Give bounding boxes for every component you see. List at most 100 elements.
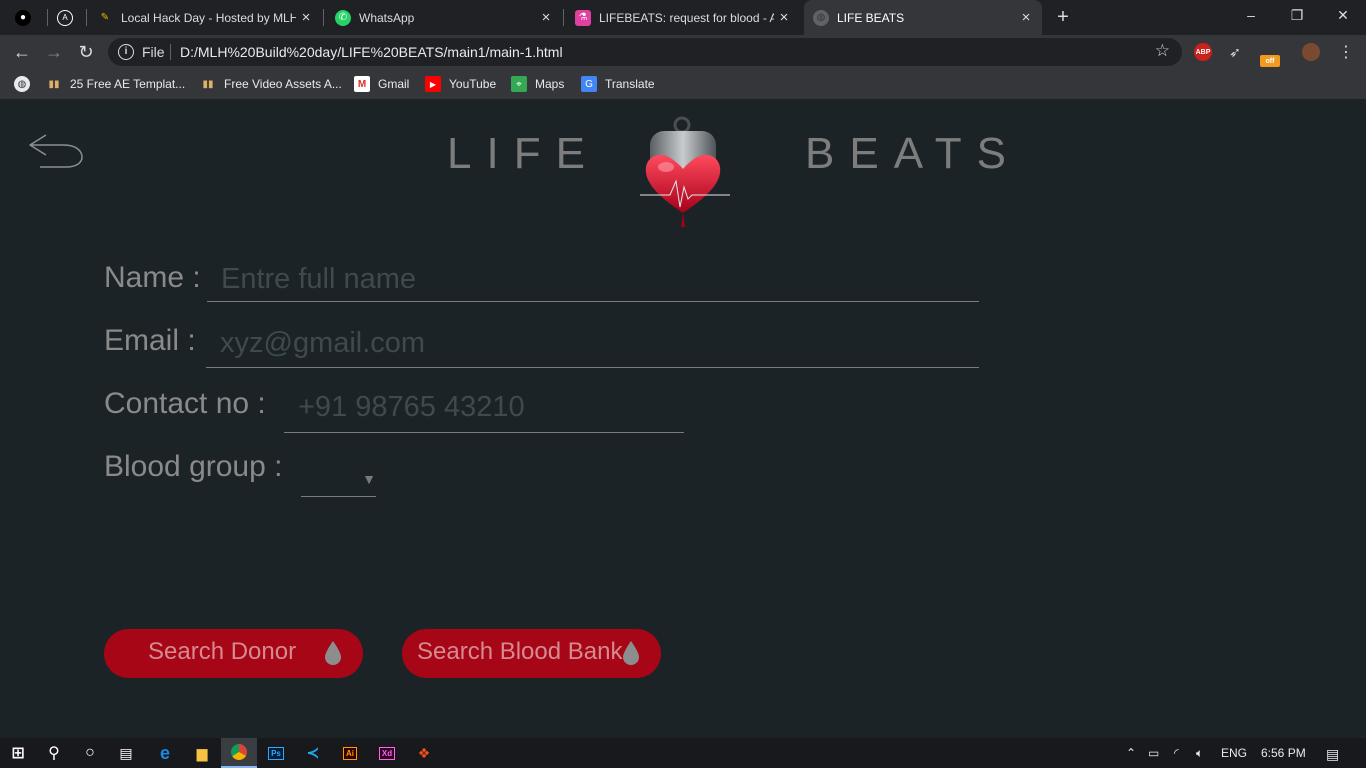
figma-icon[interactable]: ❖ — [406, 738, 442, 768]
adblock-extension-icon[interactable]: ABP — [1194, 43, 1212, 61]
xd-icon[interactable]: Xd — [369, 738, 405, 768]
xd-label: Xd — [378, 746, 396, 760]
arrow-left-icon: ← — [13, 41, 31, 62]
tab-lifebeats-request[interactable]: ⚗ LIFEBEATS: request for blood - Ar × — [566, 0, 800, 35]
close-tab-icon[interactable]: × — [536, 9, 556, 26]
edge-icon[interactable]: e — [147, 738, 183, 768]
windows-taskbar: ⊞ ⚲ ○ ▤ e ▆ Ps ≺ Ai Xd ❖ ⌃ ▭ ◜ 🔈︎ ENG 6:… — [0, 738, 1366, 768]
email-input[interactable] — [206, 319, 979, 368]
bookmark-label: YouTube — [449, 77, 497, 91]
tab-life-beats[interactable]: ◍ LIFE BEATS × — [804, 0, 1042, 35]
forward-button[interactable]: → — [40, 39, 68, 65]
chrome-icon[interactable] — [221, 738, 257, 768]
arrow-right-icon: → — [45, 41, 63, 62]
email-label: Email : — [104, 324, 196, 357]
bookmark-label: Gmail — [378, 77, 410, 91]
dropdown-arrow-icon: ▼ — [362, 471, 376, 487]
back-arrow-icon[interactable] — [26, 127, 84, 169]
search-donor-label: Search Donor — [148, 638, 297, 665]
youtube-icon: ▶ — [425, 76, 441, 92]
menu-button[interactable]: ⋮ — [1332, 39, 1360, 65]
maps-icon: ⌖ — [511, 76, 527, 92]
clock[interactable]: 6:56 PM — [1261, 746, 1306, 760]
close-window-button[interactable]: ✕ — [1320, 0, 1366, 30]
info-icon[interactable]: i — [118, 44, 134, 60]
name-input[interactable] — [207, 257, 979, 302]
bookmark-label: 25 Free AE Templat... — [70, 77, 186, 91]
page-content: LIFE BEATS Name : Email : Contact no : B… — [0, 101, 1366, 738]
search-blood-bank-button[interactable]: Search Blood Bank — [402, 629, 661, 678]
heart-blood-bag-logo — [640, 116, 730, 227]
url-scheme: File — [142, 44, 165, 60]
search-icon[interactable]: ⚲ — [36, 738, 72, 768]
bars-icon: ▮▮ — [202, 78, 214, 90]
bookmark-maps[interactable]: ⌖ Maps — [511, 76, 564, 92]
bookmark-label: Maps — [535, 77, 565, 91]
avatar[interactable] — [1302, 43, 1320, 61]
translate-icon: G — [581, 76, 597, 92]
illustrator-icon[interactable]: Ai — [332, 738, 368, 768]
url-divider — [170, 44, 171, 60]
reload-icon: ↻ — [78, 41, 94, 62]
more-vert-icon: ⋮ — [1338, 44, 1354, 61]
wifi-icon[interactable]: ◜ — [1174, 746, 1179, 760]
photoshop-icon[interactable]: Ps — [258, 738, 294, 768]
bookmark-gmail[interactable]: M Gmail — [354, 76, 409, 92]
tab-title: WhatsApp — [359, 10, 415, 25]
tab-strip: ● A ✎ Local Hack Day - Hosted by MLH × ✆… — [0, 0, 1366, 35]
close-tab-icon[interactable]: × — [774, 9, 794, 26]
tab-title: Local Hack Day - Hosted by MLH — [121, 10, 296, 25]
contact-label: Contact no : — [104, 387, 266, 420]
show-hidden-icons[interactable]: ⌃ — [1126, 746, 1136, 760]
cortana-icon[interactable]: ○ — [72, 738, 108, 768]
battery-icon[interactable]: ▭ — [1148, 746, 1159, 760]
tab-react[interactable]: A — [48, 0, 86, 35]
new-tab-button[interactable]: + — [1052, 7, 1074, 29]
blood-drop-icon — [623, 641, 639, 665]
eagle-extension-icon[interactable]: ➶ — [1226, 43, 1244, 61]
task-view-icon[interactable]: ▤ — [108, 738, 144, 768]
bookmark-translate[interactable]: G Translate — [581, 76, 655, 92]
brand-title-right: BEATS — [805, 129, 1022, 178]
bookmark-youtube[interactable]: ▶ YouTube — [425, 76, 496, 92]
start-icon[interactable]: ⊞ — [0, 738, 36, 768]
vscode-icon[interactable]: ≺ — [295, 738, 331, 768]
tab-github[interactable]: ● — [6, 0, 46, 35]
whatsapp-icon: ✆ — [335, 9, 351, 26]
notifications-icon[interactable]: ▤ — [1326, 746, 1339, 763]
blood-group-select[interactable]: ▼ — [301, 457, 376, 497]
restore-button[interactable]: ❐ — [1274, 0, 1320, 30]
language-indicator[interactable]: ENG — [1221, 746, 1247, 760]
explorer-icon[interactable]: ▆ — [184, 738, 220, 768]
off-extension-icon[interactable]: off — [1260, 55, 1280, 67]
blood-group-label: Blood group : — [104, 450, 283, 483]
bookmark-ae-templates[interactable]: ▮▮ 25 Free AE Templat... — [46, 76, 185, 92]
contact-input[interactable] — [284, 383, 684, 433]
apps-globe-icon: ◍ — [14, 76, 30, 92]
bookmark-video-assets[interactable]: ▮▮ Free Video Assets A... — [200, 76, 342, 92]
bookmarks-bar: ◍ ▮▮ 25 Free AE Templat... ▮▮ Free Video… — [0, 69, 1366, 100]
tab-local-hack-day[interactable]: ✎ Local Hack Day - Hosted by MLH × — [88, 0, 322, 35]
apps-shortcut[interactable]: ◍ — [14, 76, 38, 92]
globe-icon: ◍ — [813, 9, 829, 26]
browser-toolbar: ← → ↻ i File D:/MLH%20Build%20day/LIFE%2… — [0, 35, 1366, 69]
bookmark-label: Translate — [605, 77, 655, 91]
url-text[interactable]: D:/MLH%20Build%20day/LIFE%20BEATS/main1/… — [180, 44, 563, 60]
search-donor-button[interactable]: Search Donor — [104, 629, 363, 678]
tab-whatsapp[interactable]: ✆ WhatsApp × — [326, 0, 562, 35]
blood-drop-icon — [325, 641, 341, 665]
flask-icon: ⚗ — [575, 9, 591, 26]
mlh-icon: ✎ — [100, 12, 110, 23]
close-tab-icon[interactable]: × — [296, 9, 316, 26]
volume-icon[interactable]: 🔈︎ — [1196, 746, 1203, 761]
close-tab-icon[interactable]: × — [1016, 9, 1036, 26]
minimize-button[interactable]: – — [1228, 0, 1274, 30]
star-icon[interactable]: ☆ — [1155, 41, 1170, 61]
illustrator-label: Ai — [343, 746, 357, 760]
address-bar[interactable]: i File D:/MLH%20Build%20day/LIFE%20BEATS… — [108, 38, 1182, 66]
tab-separator — [86, 9, 87, 26]
back-button[interactable]: ← — [8, 39, 36, 65]
photoshop-label: Ps — [268, 746, 284, 760]
bookmark-label: Free Video Assets A... — [224, 77, 342, 91]
reload-button[interactable]: ↻ — [72, 39, 100, 65]
